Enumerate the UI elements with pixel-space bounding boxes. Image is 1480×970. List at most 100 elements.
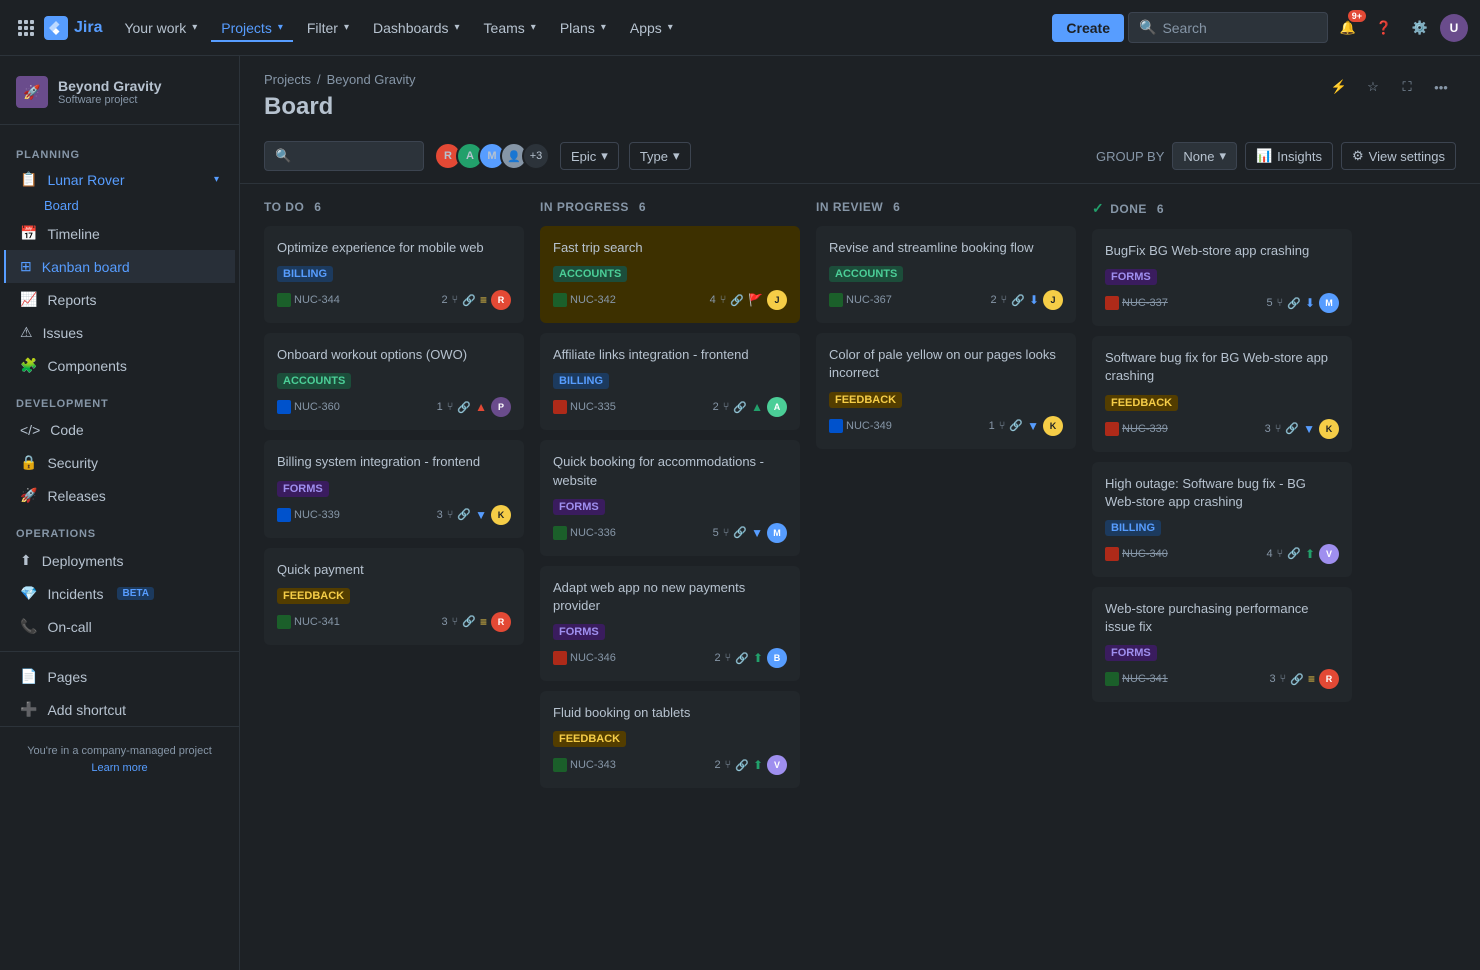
card-story-points: 2 [715,652,721,664]
card[interactable]: Web-store purchasing performance issue f… [1092,587,1352,702]
child-issues-icon: ⑂ [1001,294,1008,306]
sidebar-item-components[interactable]: 🧩 Components [4,349,235,382]
breadcrumb-projects[interactable]: Projects [264,72,311,87]
card-meta: 2 ⑂ 🔗 ▲ A [713,397,787,417]
card-meta: 2 ⑂ 🔗 ⬇ J [991,290,1064,310]
card-assignee-avatar: A [767,397,787,417]
sidebar-item-security[interactable]: 🔒 Security [4,446,235,479]
nav-dashboards[interactable]: Dashboards ▾ [363,14,470,42]
priority-icon: ≡ [480,615,487,629]
nav-filter[interactable]: Filter ▾ [297,14,359,42]
card-story-points: 3 [442,616,448,628]
card[interactable]: Fluid booking on tablets FEEDBACK NUC-34… [540,691,800,788]
card[interactable]: Software bug fix for BG Web-store app cr… [1092,336,1352,451]
sidebar-item-issues[interactable]: ⚠ Issues [4,316,235,349]
sidebar-board-label[interactable]: Board [0,194,239,217]
card[interactable]: Quick payment FEEDBACK NUC-341 3 ⑂ 🔗 ≡ R [264,548,524,645]
card-meta: 2 ⑂ 🔗 ⬆ B [715,648,788,668]
notification-button[interactable]: 🔔 9+ [1332,12,1364,44]
chevron-down-icon: ▾ [531,22,536,33]
card-title: Color of pale yellow on our pages looks … [829,346,1063,382]
nav-plans[interactable]: Plans ▾ [550,14,616,42]
card-meta: 2 ⑂ 🔗 ≡ R [442,290,511,310]
breadcrumb-project[interactable]: Beyond Gravity [327,72,416,87]
chevron-down-icon: ▾ [601,148,608,164]
sidebar-item-timeline[interactable]: 📅 Timeline [4,217,235,250]
card-tag: FORMS [1105,269,1157,285]
linked-issues-icon: 🔗 [1285,422,1299,435]
card-assignee-avatar: M [1319,293,1339,313]
bell-icon: 🔔 [1340,20,1356,36]
card[interactable]: Fast trip search ACCOUNTS NUC-342 4 ⑂ 🔗 … [540,226,800,323]
create-button[interactable]: Create [1052,14,1124,42]
card-id: NUC-341 [1105,672,1168,686]
sidebar-item-reports[interactable]: 📈 Reports [4,283,235,316]
nav-apps[interactable]: Apps ▾ [620,14,683,42]
board-search[interactable]: 🔍 [264,141,424,171]
chevron-down-icon: ▾ [214,174,219,185]
more-options-button[interactable]: ••• [1426,72,1456,102]
insights-button[interactable]: 📊 Insights [1245,142,1333,170]
sidebar-item-lunar-rover[interactable]: 📋 Lunar Rover ▾ [4,165,235,194]
priority-icon: ▲ [475,400,487,414]
lightning-button[interactable]: ⚡ [1324,72,1354,102]
card-tag: FORMS [1105,645,1157,661]
search-box[interactable]: 🔍 Search [1128,12,1328,43]
learn-more-link[interactable]: Learn more [91,762,147,774]
card-id: NUC-340 [1105,547,1168,561]
card-id-text: NUC-335 [570,401,616,413]
card[interactable]: High outage: Software bug fix - BG Web-s… [1092,462,1352,577]
settings-button[interactable]: ⚙️ [1404,12,1436,44]
sidebar-item-releases[interactable]: 🚀 Releases [4,479,235,512]
card[interactable]: Quick booking for accommodations - websi… [540,440,800,555]
card[interactable]: Billing system integration - frontend FO… [264,440,524,537]
more-avatars[interactable]: +3 [522,142,550,170]
group-by-label: GROUP BY [1096,149,1164,164]
nav-projects[interactable]: Projects ▾ [211,14,293,42]
group-by-select[interactable]: None ▾ [1172,142,1237,170]
nav-teams[interactable]: Teams ▾ [474,14,546,42]
card-id-text: NUC-339 [294,509,340,521]
card[interactable]: Adapt web app no new payments provider F… [540,566,800,681]
nav-your-work[interactable]: Your work ▾ [114,14,207,42]
sidebar-item-deployments[interactable]: ⬆ Deployments [4,544,235,577]
card-id: NUC-360 [277,400,340,414]
type-filter[interactable]: Type ▾ [629,142,691,170]
child-issues-icon: ⑂ [447,401,454,413]
card-footer: NUC-337 5 ⑂ 🔗 ⬇ M [1105,293,1339,313]
card-meta: 3 ⑂ 🔗 ▼ K [437,505,511,525]
sidebar-item-oncall[interactable]: 📞 On-call [4,610,235,643]
sidebar-item-code[interactable]: </> Code [4,414,235,446]
priority-icon: ▼ [1027,419,1039,433]
epic-filter[interactable]: Epic ▾ [560,142,619,170]
card-footer: NUC-339 3 ⑂ 🔗 ▼ K [1105,419,1339,439]
card-type-icon [277,293,291,307]
column-header: ✓ DONE 6 [1092,200,1352,229]
grid-icon [18,20,34,36]
code-icon: </> [20,422,40,438]
user-avatar[interactable]: U [1440,14,1468,42]
sidebar-item-kanban[interactable]: ⊞ Kanban board [4,250,235,283]
sidebar-item-add-shortcut[interactable]: ➕ Add shortcut [4,693,235,726]
priority-icon: ▲ [751,400,763,414]
star-button[interactable]: ☆ [1358,72,1388,102]
card[interactable]: Onboard workout options (OWO) ACCOUNTS N… [264,333,524,430]
card[interactable]: Optimize experience for mobile web BILLI… [264,226,524,323]
linked-issues-icon: 🔗 [457,508,471,521]
child-issues-icon: ⑂ [723,527,730,539]
sidebar-item-incidents[interactable]: 💎 Incidents BETA [4,577,235,610]
card-id: NUC-339 [277,508,340,522]
view-settings-button[interactable]: ⚙ View settings [1341,142,1456,170]
jira-logo[interactable]: Jira [44,16,102,40]
linked-issues-icon: 🔗 [1011,294,1025,307]
card[interactable]: Affiliate links integration - frontend B… [540,333,800,430]
fullscreen-button[interactable]: ⛶ [1392,72,1422,102]
sidebar-item-pages[interactable]: 📄 Pages [4,660,235,693]
card[interactable]: Revise and streamline booking flow ACCOU… [816,226,1076,323]
help-button[interactable]: ❓ [1368,12,1400,44]
card[interactable]: Color of pale yellow on our pages looks … [816,333,1076,448]
apps-grid-button[interactable] [12,14,40,42]
card[interactable]: BugFix BG Web-store app crashing FORMS N… [1092,229,1352,326]
kanban-icon: ⊞ [20,258,32,275]
card-assignee-avatar: P [491,397,511,417]
